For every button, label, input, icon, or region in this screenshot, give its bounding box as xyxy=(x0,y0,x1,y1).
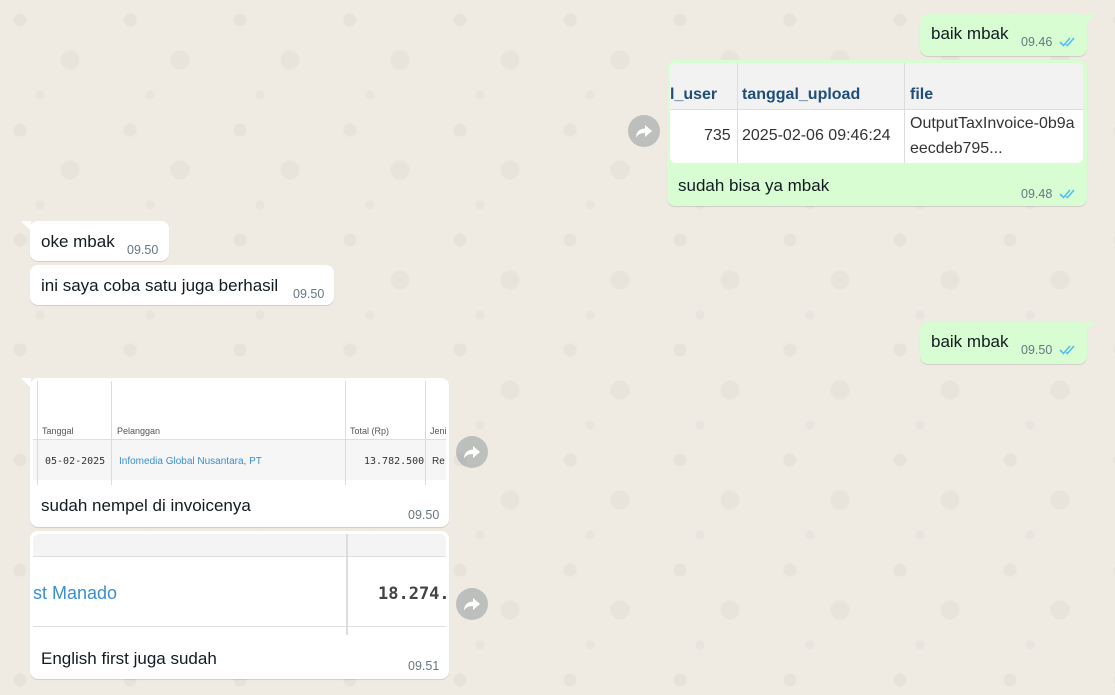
table-header-cell: Pelanggan xyxy=(117,426,161,436)
table-header-cell: l_user xyxy=(670,86,718,103)
screenshot-image[interactable]: Tanggal Pelanggan Total (Rp) Jeni 05-02-… xyxy=(33,381,446,485)
message-outgoing-image[interactable]: l_user tanggal_upload file 735 2025-02-0… xyxy=(667,60,1087,206)
bubble-tail xyxy=(21,378,31,388)
bubble-tail xyxy=(21,221,31,231)
message-time: 09.48 xyxy=(1021,187,1053,201)
forward-button[interactable] xyxy=(456,436,488,468)
message-caption: sudah bisa ya mbak xyxy=(678,176,830,195)
message-time: 09.50 xyxy=(408,508,440,522)
message-time: 09.50 xyxy=(1021,343,1053,357)
forward-arrow-icon xyxy=(636,125,652,138)
forward-arrow-icon xyxy=(464,446,480,459)
row-divider xyxy=(33,626,446,627)
table-cell: eecdeb795... xyxy=(910,140,1003,157)
message-outgoing[interactable]: baik mbak 09.50 xyxy=(920,322,1087,364)
screenshot-image[interactable]: st Manado 18.274.: xyxy=(33,534,446,635)
column-divider xyxy=(346,534,348,635)
message-incoming-image[interactable]: st Manado 18.274.: English first juga su… xyxy=(30,531,449,679)
message-incoming-image[interactable]: Tanggal Pelanggan Total (Rp) Jeni 05-02-… xyxy=(30,378,449,527)
table-header-cell: tanggal_upload xyxy=(742,86,861,103)
table-header-cell: Total (Rp) xyxy=(350,426,390,436)
double-check-icon xyxy=(1059,37,1075,47)
table-cell-link: Infomedia Global Nusantara, PT xyxy=(119,456,262,467)
column-divider xyxy=(345,381,346,485)
forward-button[interactable] xyxy=(628,115,660,147)
table-cell: 18.274.: xyxy=(378,584,446,604)
column-divider xyxy=(111,381,112,485)
bubble-tail xyxy=(1085,14,1095,24)
screenshot-image[interactable]: l_user tanggal_upload file 735 2025-02-0… xyxy=(670,63,1083,163)
column-divider xyxy=(904,63,905,163)
table-cell-link: st Manado xyxy=(33,583,118,603)
column-divider xyxy=(737,63,738,163)
message-text: baik mbak xyxy=(931,24,1009,43)
message-text: oke mbak xyxy=(41,232,115,251)
table-cell: 05-02-2025 xyxy=(45,456,106,467)
double-check-icon xyxy=(1059,345,1075,355)
message-text: baik mbak xyxy=(931,332,1009,351)
message-time: 09.46 xyxy=(1021,35,1053,49)
message-time: 09.50 xyxy=(127,243,159,257)
table-cell: OutputTaxInvoice-0b9a xyxy=(910,115,1075,132)
table-header-cell: file xyxy=(910,86,934,103)
forward-arrow-icon xyxy=(464,598,480,611)
bubble-tail xyxy=(1085,322,1095,332)
column-divider xyxy=(425,381,426,485)
message-time: 09.50 xyxy=(293,287,325,301)
message-incoming[interactable]: oke mbak 09.50 xyxy=(30,221,169,261)
table-header-cell: Tanggal xyxy=(42,426,74,436)
table-cell: 735 xyxy=(704,127,731,144)
message-time: 09.51 xyxy=(408,659,440,673)
table-cell: 2025-02-06 09:46:24 xyxy=(742,127,891,144)
message-text: ini saya coba satu juga berhasil xyxy=(41,276,279,295)
message-incoming[interactable]: ini saya coba satu juga berhasil 09.50 xyxy=(30,265,334,305)
message-outgoing[interactable]: baik mbak 09.46 xyxy=(920,14,1087,56)
table-cell: Re xyxy=(432,456,445,467)
message-caption: sudah nempel di invoicenya xyxy=(41,496,251,515)
column-divider xyxy=(37,381,38,485)
table-header xyxy=(670,63,1083,110)
message-caption: English first juga sudah xyxy=(41,649,217,668)
table-cell: 13.782.500 xyxy=(364,456,425,467)
forward-button[interactable] xyxy=(456,588,488,620)
table-header-cell: Jeni xyxy=(430,426,446,436)
double-check-icon xyxy=(1059,189,1075,199)
